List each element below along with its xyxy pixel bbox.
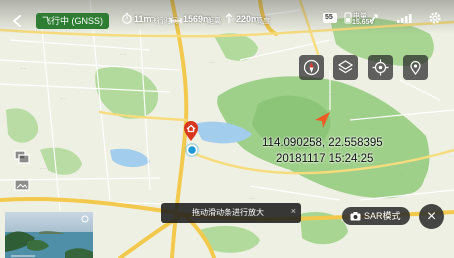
- svg-text:·····: ·····: [40, 167, 46, 171]
- svg-text:····: ····: [370, 127, 375, 131]
- split-screen-icon[interactable]: [14, 150, 30, 164]
- sar-mode-button[interactable]: SAR模式: [342, 207, 410, 225]
- compass-icon: [303, 59, 320, 76]
- close-button[interactable]: ×: [419, 204, 444, 229]
- satellite-count: 55: [325, 14, 333, 21]
- svg-text:····: ····: [60, 97, 65, 101]
- svg-text:·····: ·····: [330, 93, 336, 97]
- expand-preview-icon[interactable]: [81, 215, 89, 223]
- map-layers-button[interactable]: [333, 55, 358, 80]
- rc-link-icon: [369, 14, 378, 23]
- altitude-label: 高度: [256, 18, 270, 25]
- image-gallery-icon[interactable]: [14, 178, 30, 192]
- sar-mode-label: SAR模式: [364, 211, 401, 221]
- compass-button[interactable]: [299, 55, 324, 80]
- distance-label: 距离: [207, 18, 221, 25]
- camera-preview-thumbnail[interactable]: [5, 212, 93, 258]
- locate-target-icon: [372, 59, 389, 76]
- signal-bars-icon: [397, 14, 412, 23]
- svg-text:·····: ·····: [120, 53, 126, 57]
- altitude-icon: [225, 13, 233, 23]
- zoom-hint-text: 拖动滑动条进行放大: [192, 208, 264, 217]
- flight-state-badge: 飞行中 (GNSS): [36, 13, 110, 29]
- gps-coordinates: 114.090258, 22.558395: [262, 137, 383, 149]
- drone-map-screen: ····· ···· ····· ···· ····· ···· ····· ···· ··…: [0, 0, 454, 258]
- settings-gear-icon[interactable]: [428, 11, 442, 25]
- zoom-hint-toast: 拖动滑动条进行放大 ×: [161, 203, 301, 223]
- drone-position-icon: [185, 143, 199, 157]
- svg-text:····: ····: [210, 61, 215, 65]
- timer-icon: [122, 12, 132, 24]
- svg-text:·····: ·····: [20, 67, 26, 71]
- home-marker-icon: [184, 121, 198, 141]
- back-arrow-icon[interactable]: [10, 14, 24, 28]
- svg-text:····: ····: [400, 173, 405, 177]
- svg-text:····: ····: [250, 197, 255, 201]
- locate-user-button[interactable]: [403, 55, 428, 80]
- distance-icon: [170, 18, 182, 23]
- aerial-photo-preview: [5, 212, 93, 258]
- flight-time-value: 11m: [134, 14, 152, 24]
- camera-icon: [350, 212, 361, 221]
- aircraft-heading-icon: [315, 112, 330, 128]
- locate-aircraft-button[interactable]: [368, 55, 393, 80]
- capture-timestamp: 20181117 15:24:25: [276, 153, 374, 165]
- layers-icon: [337, 60, 354, 74]
- location-pin-icon: [410, 60, 421, 75]
- toast-close-button[interactable]: ×: [291, 201, 296, 221]
